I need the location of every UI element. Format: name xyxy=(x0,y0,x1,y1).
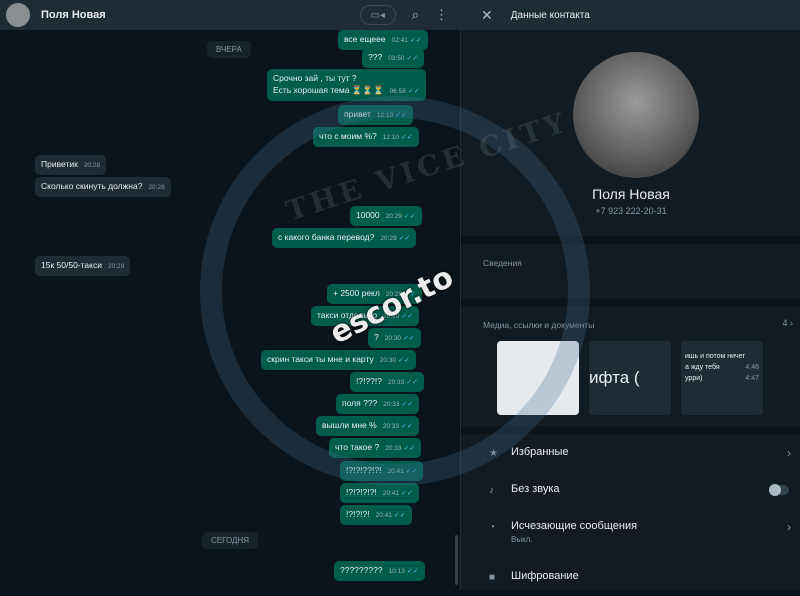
panel-header: ✕ Данные контакта xyxy=(461,0,800,30)
media-thumbnail[interactable]: ифта ( xyxy=(589,341,671,415)
starred-row[interactable]: ★ Избранные › xyxy=(461,436,800,472)
divider xyxy=(461,236,800,244)
chat-title[interactable]: Поля Новая xyxy=(41,9,106,21)
scrollbar[interactable] xyxy=(455,535,458,585)
message-bubble[interactable]: !?!?!?!?! 20:41 ✓✓ xyxy=(340,483,419,503)
star-icon: ★ xyxy=(489,448,498,459)
contact-name: Поля Новая xyxy=(592,186,670,202)
day-divider: ВЧЕРА xyxy=(207,41,251,58)
day-divider: СЕГОДНЯ xyxy=(202,532,259,549)
encryption-row[interactable]: ■ Шифрование xyxy=(461,560,800,596)
mute-row[interactable]: ♪ Без звука xyxy=(461,473,800,509)
video-call-icon[interactable]: ▭◂ xyxy=(359,5,396,25)
timer-icon: ◔ xyxy=(489,522,496,533)
message-bubble[interactable]: 15к 50/50-такси 20:29 xyxy=(35,256,131,276)
media-thumbnail[interactable] xyxy=(497,341,579,415)
message-bubble[interactable]: ??? 03:50 ✓✓ xyxy=(362,48,425,68)
message-bubble[interactable]: !?!??!? 20:33 ✓✓ xyxy=(350,372,425,392)
message-bubble[interactable]: !?!?!?! 20:41 ✓✓ xyxy=(340,505,412,525)
panel-title: Данные контакта xyxy=(510,9,590,21)
message-bubble[interactable]: привет 12:10 ✓✓ xyxy=(338,105,413,125)
media-label[interactable]: Медиа, ссылки и документы xyxy=(483,320,594,330)
message-bubble[interactable]: поля ??? 20:33 ✓✓ xyxy=(336,394,420,414)
message-bubble[interactable]: с какого банка перевод? 20:29 ✓✓ xyxy=(272,228,417,248)
message-bubble[interactable]: Сколько скинуть должна? 20:28 xyxy=(35,177,171,197)
contact-phone: +7 923 222-20-31 xyxy=(595,206,667,216)
mute-toggle[interactable] xyxy=(769,484,789,496)
media-thumbnail[interactable]: ишь и потом ничег а жду тебя 4:46 урри) 4:… xyxy=(681,341,763,415)
profile-photo[interactable] xyxy=(573,52,699,178)
divider xyxy=(461,298,800,306)
chat-header[interactable]: Поля Новая ▭◂ ⌕ ⋮ xyxy=(0,0,460,30)
media-count[interactable]: 4 › xyxy=(782,318,793,328)
message-bubble[interactable]: Приветик 20:28 xyxy=(35,155,107,175)
about-label: Сведения xyxy=(483,258,522,268)
chevron-right-icon: › xyxy=(787,520,791,534)
contact-info-panel: ✕ Данные контакта Поля Новая +7 923 222-… xyxy=(460,0,800,590)
message-bubble[interactable]: Срочно зай , ты тут ? Есть хорошая тема … xyxy=(267,69,426,101)
message-bubble[interactable]: ????????? 10:13 ✓✓ xyxy=(334,561,425,581)
message-bubble[interactable]: что такое ? 20:33 ✓✓ xyxy=(329,438,422,458)
message-bubble[interactable]: скрин такси ты мне и карту 20:30 ✓✓ xyxy=(261,350,416,370)
divider xyxy=(461,426,800,434)
menu-icon[interactable]: ⋮ xyxy=(435,7,448,23)
search-icon[interactable]: ⌕ xyxy=(412,7,419,23)
close-icon[interactable]: ✕ xyxy=(481,7,493,24)
chevron-right-icon: › xyxy=(787,446,791,460)
message-bubble[interactable]: !?!?!??!?! 20:41 ✓✓ xyxy=(340,461,424,481)
avatar[interactable] xyxy=(6,3,30,27)
message-bubble[interactable]: 10000 20:29 ✓✓ xyxy=(350,206,422,226)
message-bubble[interactable]: вышли мне % 20:33 ✓✓ xyxy=(316,416,419,436)
message-bubble[interactable]: все ещеее 02:41 ✓✓ xyxy=(338,30,428,50)
bell-icon: ♪ xyxy=(489,485,494,496)
disappearing-messages-row[interactable]: ◔ Исчезающие сообщения Выкл. › xyxy=(461,510,800,546)
message-bubble[interactable]: что с моим %? 12:10 ✓✓ xyxy=(313,127,419,147)
lock-icon: ■ xyxy=(489,572,496,583)
